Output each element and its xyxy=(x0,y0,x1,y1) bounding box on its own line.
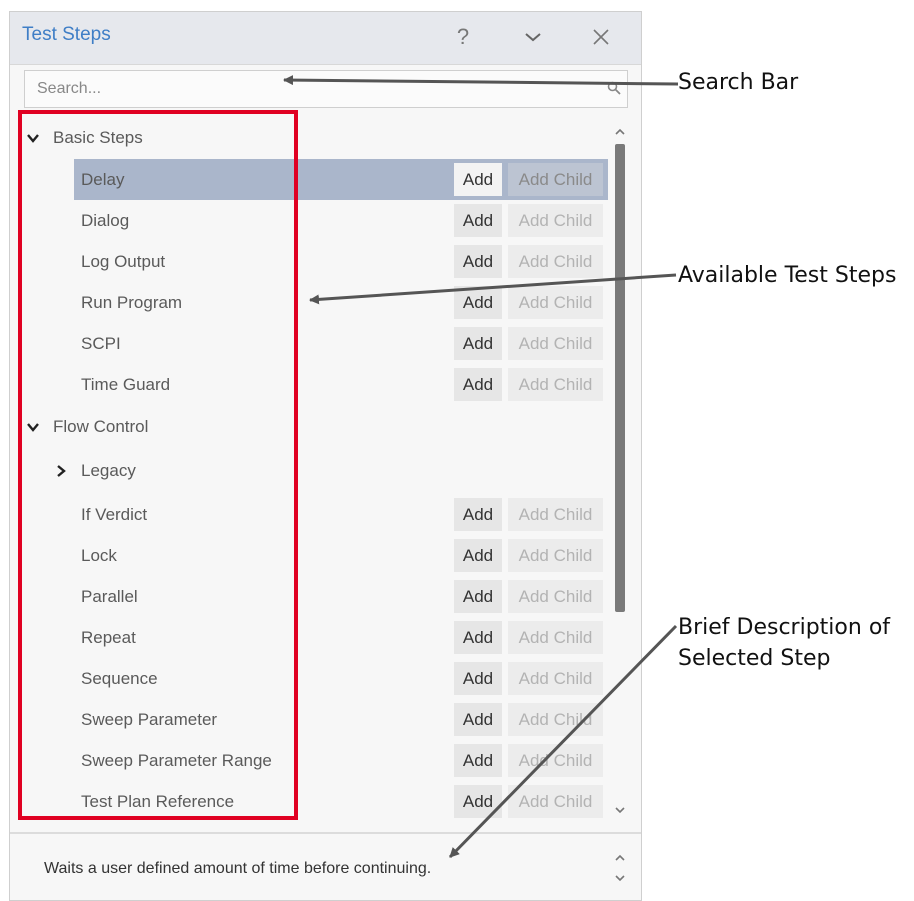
add-button[interactable]: Add xyxy=(454,163,502,196)
scrollbar-thumb[interactable] xyxy=(615,144,625,612)
add-child-button[interactable]: Add Child xyxy=(508,539,603,572)
annotation-brief-description: Brief Description of xyxy=(678,615,891,640)
add-child-button[interactable]: Add Child xyxy=(508,785,603,818)
add-child-button[interactable]: Add Child xyxy=(508,204,603,237)
add-child-button[interactable]: Add Child xyxy=(508,662,603,695)
available-steps-highlight xyxy=(18,110,298,820)
add-child-button[interactable]: Add Child xyxy=(508,286,603,319)
annotation-selected-step: Selected Step xyxy=(678,646,831,671)
add-child-button[interactable]: Add Child xyxy=(508,327,603,360)
add-child-button[interactable]: Add Child xyxy=(508,744,603,777)
add-button[interactable]: Add xyxy=(454,327,502,360)
add-child-button[interactable]: Add Child xyxy=(508,163,603,196)
add-child-button[interactable]: Add Child xyxy=(508,580,603,613)
add-button[interactable]: Add xyxy=(454,286,502,319)
add-button[interactable]: Add xyxy=(454,498,502,531)
add-button[interactable]: Add xyxy=(454,621,502,654)
search-input[interactable] xyxy=(25,71,609,107)
search-icon[interactable] xyxy=(607,81,621,95)
title-bar: Test Steps ? xyxy=(10,12,641,65)
help-icon[interactable]: ? xyxy=(446,20,480,54)
add-button[interactable]: Add xyxy=(454,785,502,818)
description-scrollbar[interactable] xyxy=(612,850,628,890)
add-button[interactable]: Add xyxy=(454,703,502,736)
add-child-button[interactable]: Add Child xyxy=(508,245,603,278)
annotation-search-bar: Search Bar xyxy=(678,70,799,95)
scroll-up-icon[interactable] xyxy=(614,126,626,138)
tree-scrollbar[interactable] xyxy=(610,120,630,824)
add-button[interactable]: Add xyxy=(454,204,502,237)
scroll-down-icon[interactable] xyxy=(614,804,626,816)
collapse-icon[interactable] xyxy=(516,20,550,54)
annotation-available-steps: Available Test Steps xyxy=(678,263,897,288)
add-child-button[interactable]: Add Child xyxy=(508,368,603,401)
panel-title: Test Steps xyxy=(22,24,111,45)
add-button[interactable]: Add xyxy=(454,580,502,613)
add-button[interactable]: Add xyxy=(454,368,502,401)
step-description: Waits a user defined amount of time befo… xyxy=(44,860,432,877)
close-icon[interactable] xyxy=(584,20,618,54)
add-child-button[interactable]: Add Child xyxy=(508,498,603,531)
add-button[interactable]: Add xyxy=(454,539,502,572)
add-button[interactable]: Add xyxy=(454,245,502,278)
add-child-button[interactable]: Add Child xyxy=(508,621,603,654)
add-button[interactable]: Add xyxy=(454,662,502,695)
scroll-down-icon[interactable] xyxy=(614,872,626,884)
scroll-up-icon[interactable] xyxy=(614,852,626,864)
add-child-button[interactable]: Add Child xyxy=(508,703,603,736)
search-bar xyxy=(24,70,628,108)
add-button[interactable]: Add xyxy=(454,744,502,777)
description-divider xyxy=(10,832,641,834)
